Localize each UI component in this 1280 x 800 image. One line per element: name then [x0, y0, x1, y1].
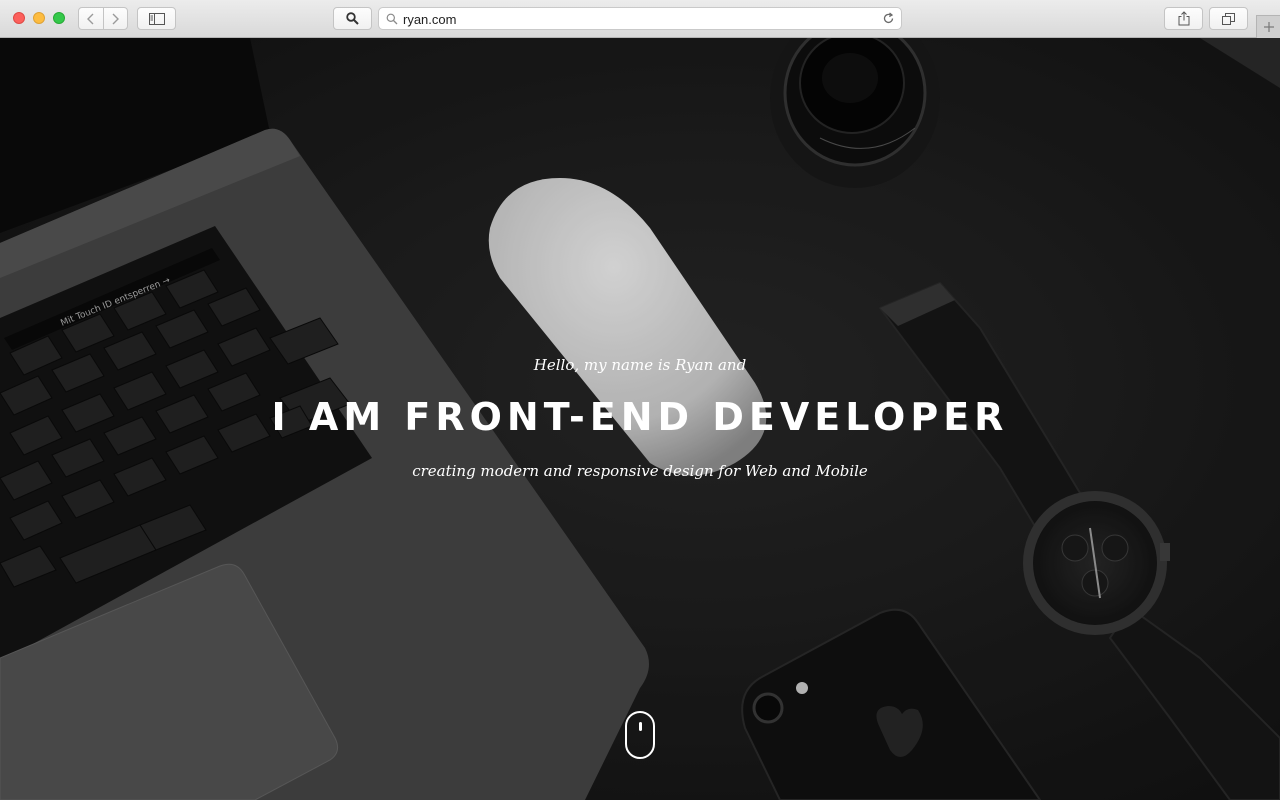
search-icon	[346, 12, 359, 25]
tabs-icon	[1222, 12, 1235, 25]
forward-button[interactable]	[102, 8, 127, 29]
maximize-window-button[interactable]	[53, 12, 65, 24]
minimize-window-button[interactable]	[33, 12, 45, 24]
sidebar-button[interactable]	[137, 7, 176, 30]
plus-icon	[1263, 22, 1274, 32]
hero-section: Mit Touch ID entsperren → Hello, my name…	[0, 38, 1280, 800]
scroll-down-indicator[interactable]	[625, 711, 655, 759]
hero-headline: I AM FRONT-END DEVELOPER	[271, 395, 1009, 439]
share-button[interactable]	[1164, 7, 1203, 30]
back-button[interactable]	[79, 8, 103, 29]
new-tab-button[interactable]	[1256, 15, 1280, 38]
navigation-buttons	[78, 7, 128, 30]
search-button[interactable]	[333, 7, 372, 30]
reload-icon[interactable]	[882, 12, 895, 25]
sidebar-icon	[148, 12, 165, 25]
hero-tagline: creating modern and responsive design fo…	[412, 462, 868, 480]
mouse-scroll-icon	[639, 722, 642, 731]
address-bar[interactable]: ryan.com	[378, 7, 902, 30]
close-window-button[interactable]	[13, 12, 25, 24]
chevron-right-icon	[112, 13, 120, 24]
share-icon	[1178, 11, 1189, 26]
search-icon	[386, 13, 398, 25]
browser-toolbar: ryan.com	[0, 0, 1280, 38]
chevron-left-icon	[86, 13, 94, 24]
hero-greeting: Hello, my name is Ryan and	[533, 356, 747, 374]
url-text[interactable]: ryan.com	[403, 12, 456, 27]
show-tabs-button[interactable]	[1209, 7, 1248, 30]
